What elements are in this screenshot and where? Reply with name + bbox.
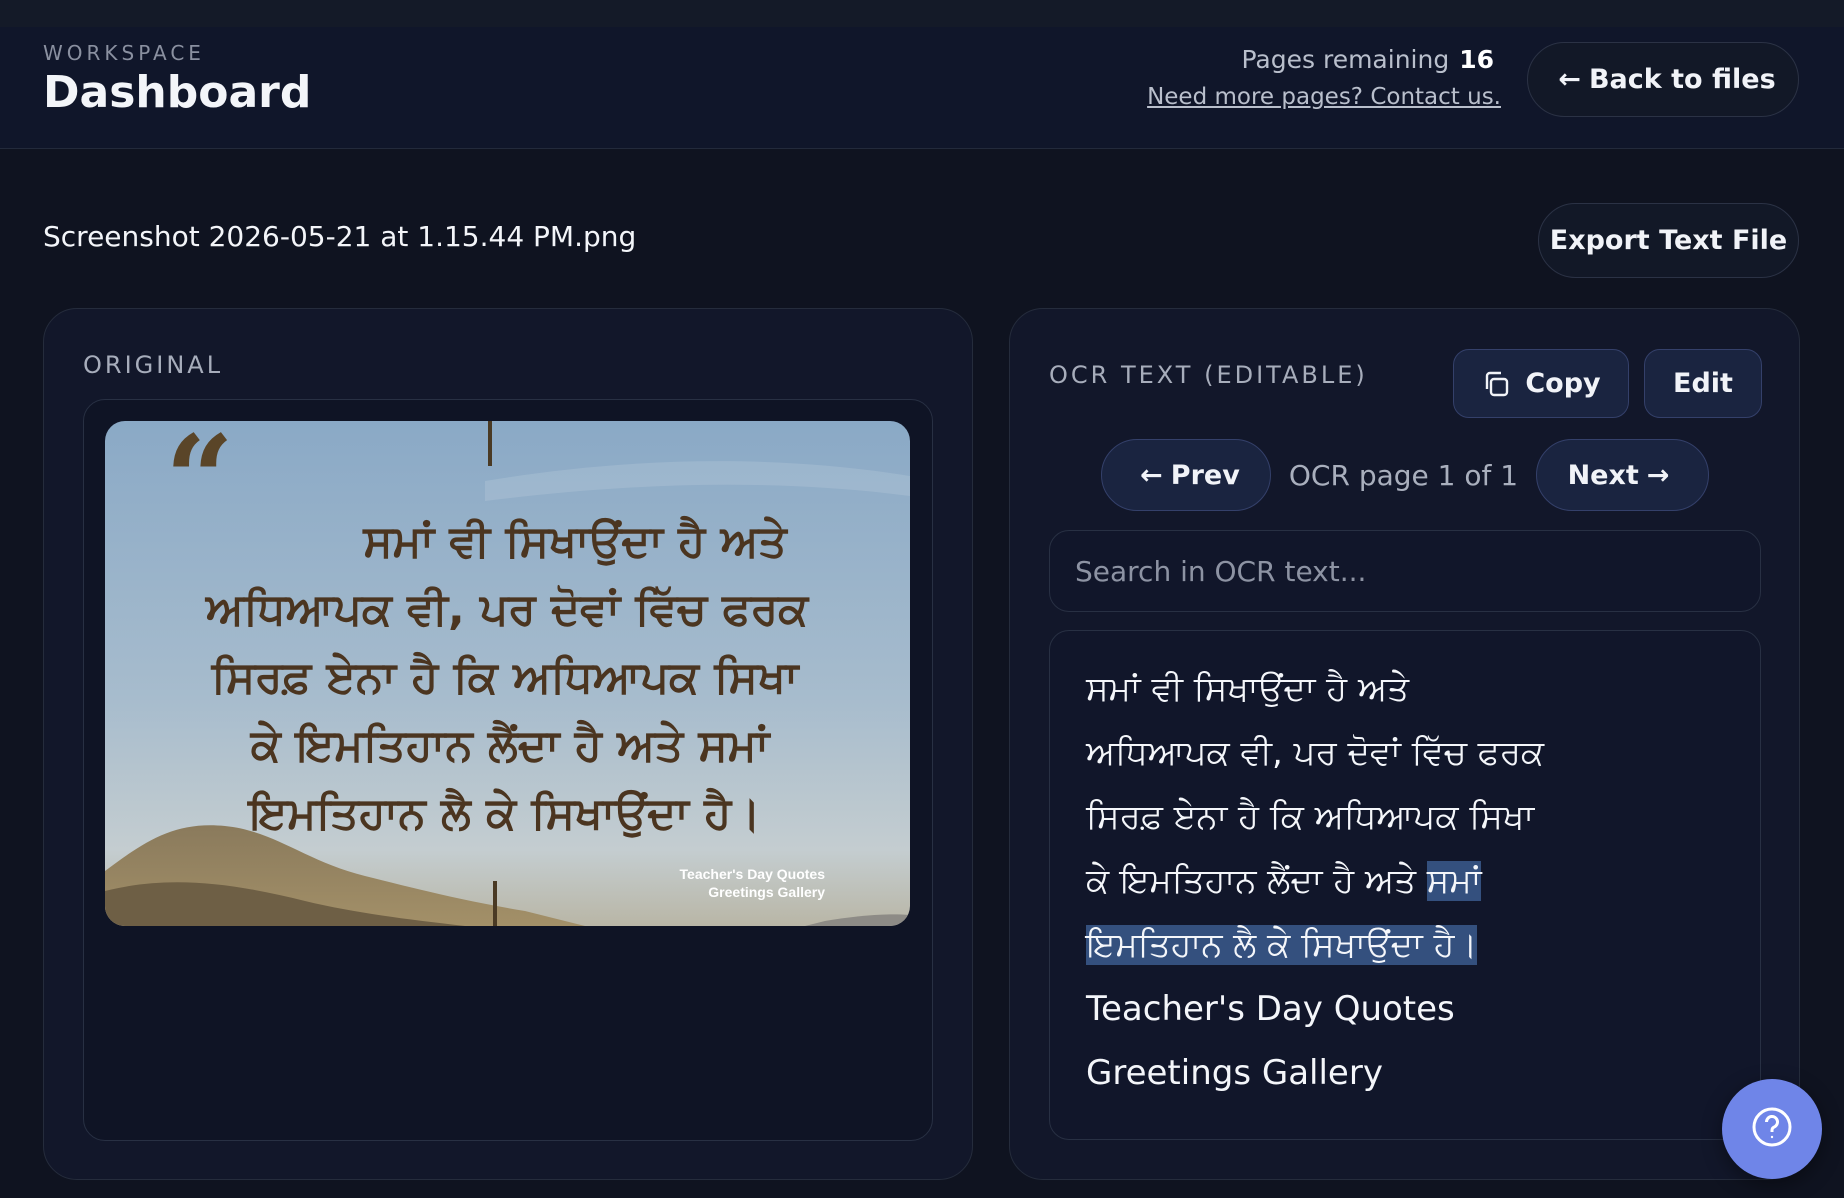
copy-button[interactable]: Copy (1453, 349, 1629, 418)
back-to-files-button[interactable]: ← Back to files (1527, 42, 1799, 117)
watermark-line-1: Teacher's Day Quotes (680, 866, 826, 882)
ocr-line: Greetings Gallery (1086, 1053, 1383, 1093)
ocr-line: ਕੇ ਇਮਤਿਹਾਨ ਲੈਂਦਾ ਹੈ ਅਤੇ ਸਮਾਂ (1086, 849, 1724, 913)
workspace-eyebrow: WORKSPACE (43, 41, 205, 65)
image-line-1: ਸਮਾਂ ਵੀ ਸਿਖਾਉਂਦਾ ਹੈ ਅਤੇ (362, 515, 788, 567)
edit-button[interactable]: Edit (1644, 349, 1762, 418)
next-page-button[interactable]: Next → (1536, 439, 1709, 511)
original-image: “ ਸਮਾਂ ਵੀ ਸਿਖਾਉਂਦਾ ਹੈ ਅਤੇ ਅਧਿਆਪਕ ਵੀ, ਪਰ … (105, 421, 910, 926)
original-preview-frame: “ ਸਮਾਂ ਵੀ ਸਿਖਾਉਂਦਾ ਹੈ ਅਤੇ ਅਧਿਆਪਕ ਵੀ, ਪਰ … (83, 399, 933, 1141)
prev-page-button[interactable]: ← Prev (1101, 439, 1271, 511)
page-title: Dashboard (43, 67, 312, 118)
contact-link[interactable]: Need more pages? Contact us. (1147, 84, 1501, 110)
file-name: Screenshot 2026-05-21 at 1.15.44 PM.png (43, 220, 637, 253)
image-line-5: ਇਮਤਿਹਾਨ ਲੈ ਕੇ ਸਿਖਾਉਂਦਾ ਹੈ। (246, 787, 761, 839)
ocr-selection: ਇਮਤਿਹਾਨ ਲੈ ਕੇ ਸਿਖਾਉਂਦਾ ਹੈ। (1086, 925, 1478, 965)
back-to-files-label: Back to files (1588, 64, 1776, 95)
ocr-line: ਸਮਾਂ ਵੀ ਸਿਖਾਉਂਦਾ ਹੈ ਅਤੇ (1086, 669, 1409, 709)
arrow-left-icon: ← (1140, 459, 1163, 491)
image-line-3: ਸਿਰਫ਼ ਏਨਾ ਹੈ ਕਿ ਅਧਿਆਪਕ ਸਿਖਾ (211, 651, 801, 703)
quote-mark-icon: “ (165, 421, 234, 550)
original-panel: ORIGINAL “ ਸਮਾਂ ਵੀ ਸਿਖਾਉਂਦਾ ਹੈ ਅਤੇ ਅਧਿਆਪ… (43, 308, 973, 1180)
ocr-text-area[interactable]: ਸਮਾਂ ਵੀ ਸਿਖਾਉਂਦਾ ਹੈ ਅਤੇ ਅਧਿਆਪਕ ਵੀ, ਪਰ ਦੋ… (1049, 630, 1761, 1140)
image-line-4: ਕੇ ਇਮਤਿਹਾਨ ਲੈਂਦਾ ਹੈ ਅਤੇ ਸਮਾਂ (249, 719, 772, 771)
help-button[interactable] (1722, 1079, 1822, 1179)
pages-remaining: Pages remaining 16 (1241, 45, 1494, 74)
ocr-search-input[interactable] (1049, 530, 1761, 612)
ocr-line: ਸਿਰਫ਼ ਏਨਾ ਹੈ ਕਿ ਅਧਿਆਪਕ ਸਿਖਾ (1086, 797, 1535, 837)
watermark-line-2: Greetings Gallery (708, 884, 825, 900)
ocr-label: OCR TEXT (EDITABLE) (1049, 361, 1368, 389)
arrow-left-icon: ← (1558, 64, 1581, 95)
top-strip (0, 0, 1844, 27)
header: WORKSPACE Dashboard Pages remaining 16 Ne… (0, 27, 1844, 149)
ocr-selection: ਸਮਾਂ (1426, 861, 1482, 901)
ocr-line: ਅਧਿਆਪਕ ਵੀ, ਪਰ ਦੋਵਾਂ ਵਿੱਚ ਫਰਕ (1086, 733, 1545, 773)
export-text-file-button[interactable]: Export Text File (1538, 203, 1799, 278)
next-label: Next (1567, 459, 1639, 491)
ocr-line-text: ਕੇ ਇਮਤਿਹਾਨ ਲੈਂਦਾ ਹੈ ਅਤੇ (1086, 861, 1427, 901)
copy-label: Copy (1525, 368, 1601, 399)
pages-remaining-label: Pages remaining (1241, 45, 1450, 74)
original-label: ORIGINAL (83, 351, 224, 379)
prev-label: Prev (1170, 459, 1240, 491)
ocr-panel: OCR TEXT (EDITABLE) Copy Edit ← Prev OCR… (1009, 308, 1800, 1180)
arrow-right-icon: → (1646, 459, 1670, 491)
pages-remaining-count: 16 (1459, 45, 1494, 74)
ocr-line: Teacher's Day Quotes (1086, 989, 1455, 1029)
question-circle-icon (1750, 1105, 1794, 1153)
ocr-line: ਇਮਤਿਹਾਨ ਲੈ ਕੇ ਸਿਖਾਉਂਦਾ ਹੈ। (1086, 913, 1724, 977)
copy-icon (1481, 369, 1511, 399)
image-line-2: ਅਧਿਆਪਕ ਵੀ, ਪਰ ਦੋਵਾਂ ਵਿੱਚ ਫਰਕ (205, 584, 810, 635)
ocr-page-indicator: OCR page 1 of 1 (1288, 458, 1519, 492)
